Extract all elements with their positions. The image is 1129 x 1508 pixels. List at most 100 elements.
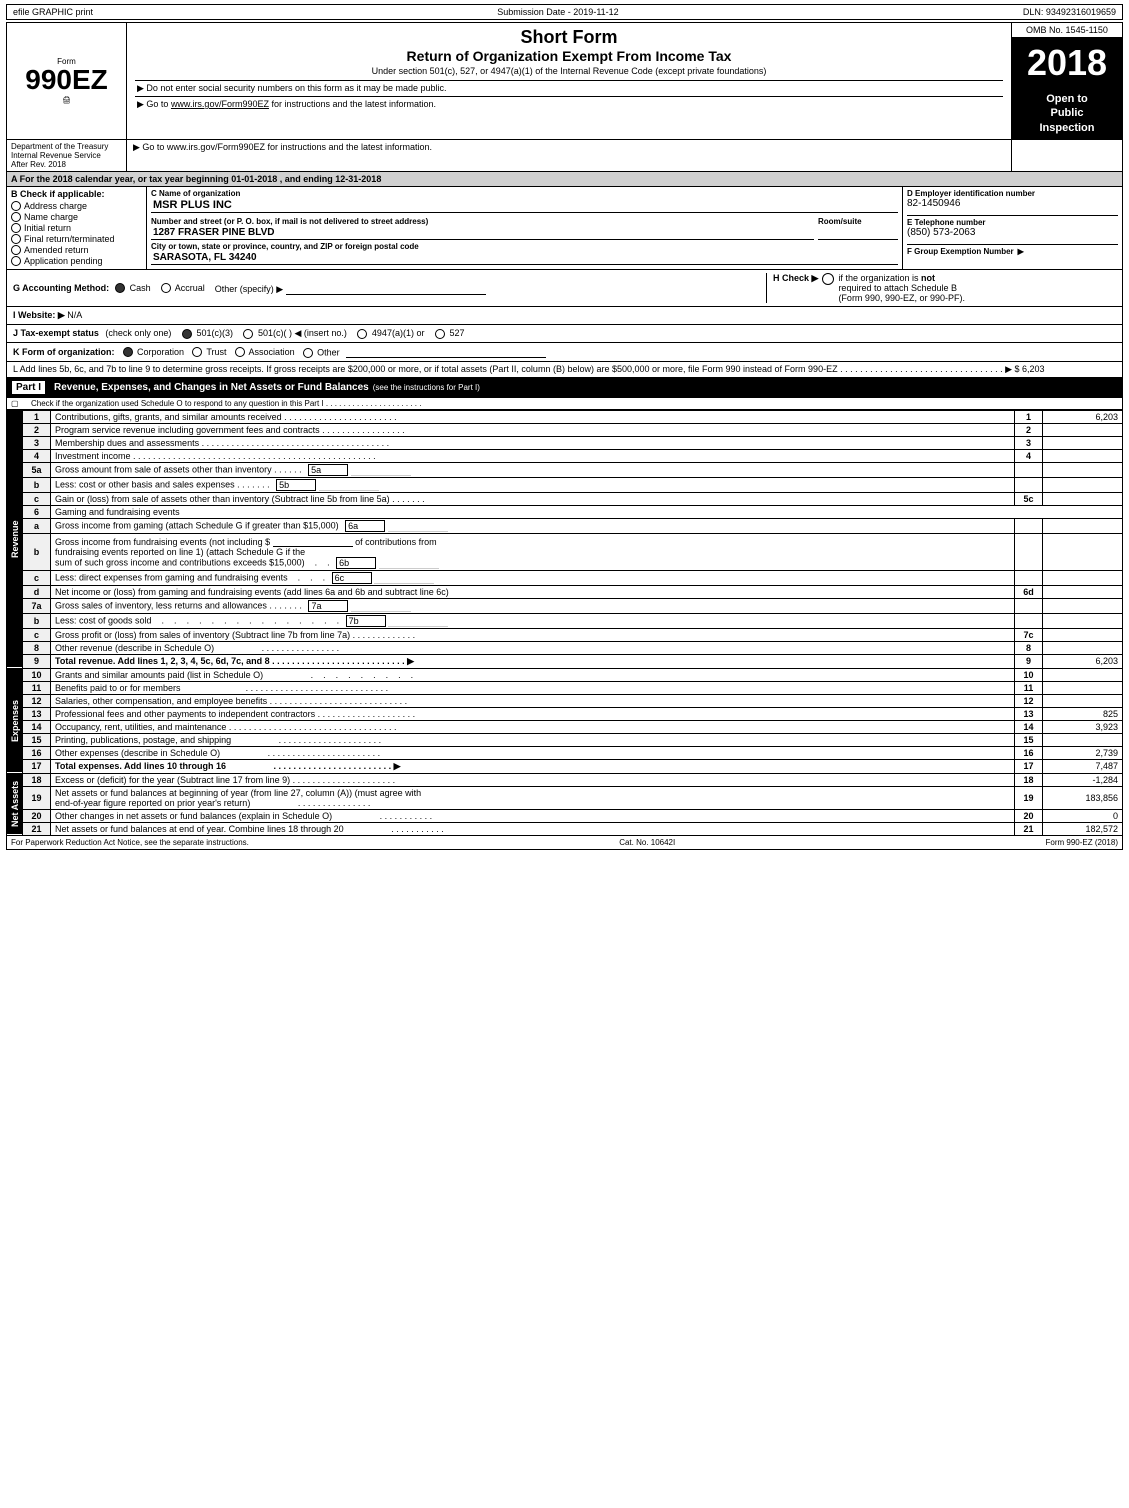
row-num-18: 18: [23, 773, 51, 786]
j-label: J Tax-exempt status: [13, 328, 99, 338]
amount-6a: [1043, 518, 1123, 533]
initial-radio[interactable]: [11, 223, 21, 233]
f-arrow: ▶: [1018, 247, 1024, 256]
row-desc-4: Investment income . . . . . . . . . . . …: [51, 449, 1015, 462]
table-row: Net Assets 18 Excess or (deficit) for th…: [7, 773, 1123, 786]
amount-14: 3,923: [1043, 720, 1123, 733]
tax-check-note: (check only one): [105, 328, 171, 338]
pending-radio[interactable]: [11, 256, 21, 266]
row-desc-20: Other changes in net assets or fund bala…: [51, 809, 1015, 822]
internal-revenue: Internal Revenue Service: [11, 151, 122, 160]
amount-8: [1043, 641, 1123, 654]
table-row: 3 Membership dues and assessments . . . …: [7, 436, 1123, 449]
row-num-13: 13: [23, 707, 51, 720]
top-bar: efile GRAPHIC print Submission Date - 20…: [6, 4, 1123, 20]
check-address: Address charge: [11, 201, 142, 211]
accounting-method-row: G Accounting Method: Cash Accrual Other …: [6, 270, 1123, 307]
row-num-4: 4: [23, 449, 51, 462]
line-num-6c: [1015, 570, 1043, 585]
row-num-5b: b: [23, 477, 51, 492]
row-num-3: 3: [23, 436, 51, 449]
row-num-5c: c: [23, 492, 51, 505]
omb-number: OMB No. 1545-1150: [1012, 23, 1122, 38]
form-number: 990EZ: [25, 66, 108, 94]
dept-name: Department of the Treasury Internal Reve…: [7, 140, 127, 171]
h-check-label: H Check ▶: [773, 273, 818, 284]
amended-radio[interactable]: [11, 245, 21, 255]
row-num-2: 2: [23, 423, 51, 436]
table-row: 17 Total expenses. Add lines 10 through …: [7, 759, 1123, 773]
h-checkbox[interactable]: [822, 273, 834, 285]
part-i-header: Part I Revenue, Expenses, and Changes in…: [6, 378, 1123, 398]
amount-16: 2,739: [1043, 746, 1123, 759]
address-radio[interactable]: [11, 201, 21, 211]
website-row: I Website: ▶ N/A: [6, 307, 1123, 325]
check-right: D Employer identification number 82-1450…: [902, 187, 1122, 269]
amount-15: [1043, 733, 1123, 746]
main-data-table: Revenue 1 Contributions, gifts, grants, …: [6, 410, 1123, 836]
row-desc-10: Grants and similar amounts paid (list in…: [51, 668, 1015, 681]
table-row: 12 Salaries, other compensation, and emp…: [7, 694, 1123, 707]
city-field-label: City or town, state or province, country…: [151, 242, 898, 251]
f-label: F Group Exemption Number ▶: [907, 244, 1118, 256]
inline-box-5a: 5a: [308, 464, 348, 476]
amount-7a: [1043, 598, 1123, 613]
check-name: Name charge: [11, 212, 142, 222]
expenses-section-label: Expenses: [7, 668, 23, 773]
inline-box-7b: 7b: [346, 615, 386, 627]
sched-checkbox[interactable]: ▢: [11, 399, 27, 408]
row-num-8: 8: [23, 641, 51, 654]
amount-5c: [1043, 492, 1123, 505]
check-center: C Name of organization MSR PLUS INC Numb…: [147, 187, 902, 269]
table-row: 19 Net assets or fund balances at beginn…: [7, 786, 1123, 809]
row-desc-8: Other revenue (describe in Schedule O) .…: [51, 641, 1015, 654]
row-desc-3: Membership dues and assessments . . . . …: [51, 436, 1015, 449]
amount-9: 6,203: [1043, 654, 1123, 668]
h-section: H Check ▶ if the organization is not req…: [766, 273, 1116, 303]
name-radio[interactable]: [11, 212, 21, 222]
year-section: OMB No. 1545-1150 2018 Open to Public In…: [1012, 23, 1122, 139]
row-num-6c: c: [23, 570, 51, 585]
row-num-6a: a: [23, 518, 51, 533]
row-desc-6c: Less: direct expenses from gaming and fu…: [51, 570, 1015, 585]
short-form-title: Short Form: [135, 27, 1003, 48]
check-left: B Check if applicable: Address charge Na…: [7, 187, 147, 269]
part-i-title: Revenue, Expenses, and Changes in Net As…: [54, 382, 369, 393]
efile-label: efile GRAPHIC print: [13, 7, 93, 17]
dept-instructions: ▶ Go to www.irs.gov/Form990EZ for instru…: [127, 140, 1012, 171]
row-num-5a: 5a: [23, 462, 51, 477]
inspection-label: Inspection: [1039, 121, 1094, 135]
name-label: Name charge: [24, 212, 78, 222]
sched-check-text: Check if the organization used Schedule …: [31, 399, 421, 408]
amount-17: 7,487: [1043, 759, 1123, 773]
row-desc-9: Total revenue. Add lines 1, 2, 3, 4, 5c,…: [51, 654, 1015, 668]
table-row: b Less: cost or other basis and sales ex…: [7, 477, 1123, 492]
inline-box-6a: 6a: [345, 520, 385, 532]
final-radio[interactable]: [11, 234, 21, 244]
open-to-public-box: Open to Public Inspection: [1012, 88, 1122, 139]
table-row: 21 Net assets or fund balances at end of…: [7, 822, 1123, 835]
row-num-6b: b: [23, 533, 51, 570]
other-option: Other (specify) ▶: [215, 281, 486, 295]
row-desc-5a: Gross amount from sale of assets other t…: [51, 462, 1015, 477]
table-row: d Net income or (loss) from gaming and f…: [7, 585, 1123, 598]
website-value: N/A: [67, 310, 82, 320]
inline-box-7a: 7a: [308, 600, 348, 612]
website-label: I Website: ▶: [13, 310, 65, 320]
inline-box-5b: 5b: [276, 479, 316, 491]
row-desc-15: Printing, publications, postage, and shi…: [51, 733, 1015, 746]
table-row: b Less: cost of goods sold . . . . . . .…: [7, 613, 1123, 628]
table-row: c Gain or (loss) from sale of assets oth…: [7, 492, 1123, 505]
year-line: A For the 2018 calendar year, or tax yea…: [6, 172, 1123, 187]
footer-left: For Paperwork Reduction Act Notice, see …: [11, 838, 249, 847]
table-row: 14 Occupancy, rent, utilities, and maint…: [7, 720, 1123, 733]
line-num-10: 10: [1015, 668, 1043, 681]
dept-section: Department of the Treasury Internal Reve…: [6, 140, 1123, 172]
line-num-12: 12: [1015, 694, 1043, 707]
row-num-9: 9: [23, 654, 51, 668]
amount-20: 0: [1043, 809, 1123, 822]
line-num-13: 13: [1015, 707, 1043, 720]
row-desc-17: Total expenses. Add lines 10 through 16 …: [51, 759, 1015, 773]
table-row: 7a Gross sales of inventory, less return…: [7, 598, 1123, 613]
dln-number: DLN: 93492316019659: [1023, 7, 1116, 17]
